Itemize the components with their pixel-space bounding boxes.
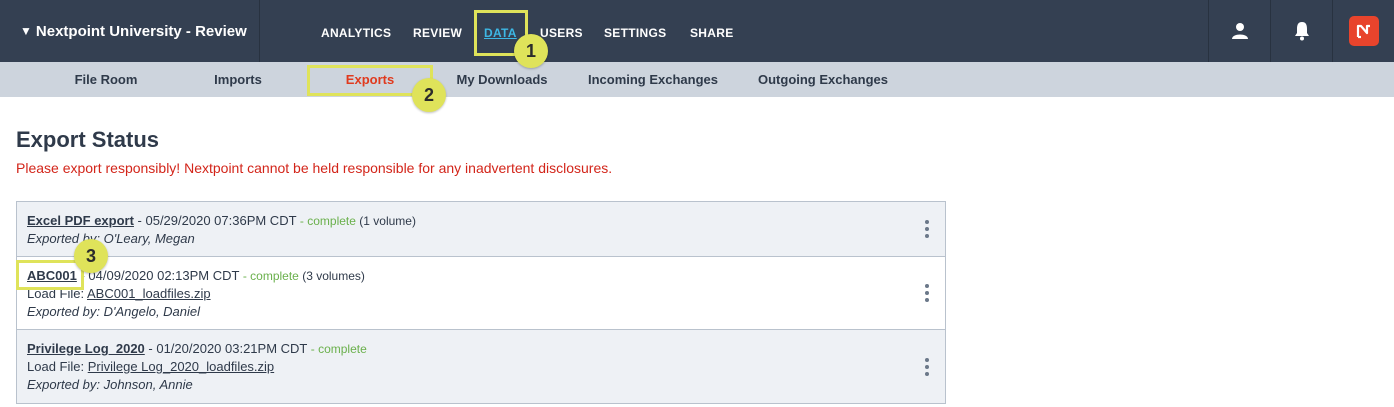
export-row: ABC001 - 04/09/2020 02:13PM CDT - comple… (17, 257, 945, 330)
nav-share[interactable]: SHARE (690, 0, 734, 62)
top-navigation-bar: ▼ Nextpoint University - Review ANALYTIC… (0, 0, 1394, 62)
export-name-link[interactable]: Excel PDF export (27, 213, 134, 228)
export-row: Excel PDF export - 05/29/2020 07:36PM CD… (17, 202, 945, 257)
subnav-file-room[interactable]: File Room (75, 62, 138, 97)
export-name-link[interactable]: Privilege Log_2020 (27, 341, 145, 356)
export-date: - 01/20/2020 03:21PM CDT (144, 341, 311, 356)
nav-data[interactable]: DATA (484, 0, 517, 62)
load-file-label: Load File: (27, 359, 88, 374)
page-title: Export Status (16, 127, 160, 152)
export-row: Privilege Log_2020 - 01/20/2020 03:21PM … (17, 330, 945, 403)
project-switcher[interactable]: ▼ Nextpoint University - Review (0, 0, 260, 62)
step-marker-1: 1 (514, 34, 548, 68)
load-file-link[interactable]: ABC001_loadfiles.zip (87, 286, 211, 301)
bell-icon (1294, 22, 1309, 41)
notifications-button[interactable] (1270, 0, 1332, 62)
more-options-icon[interactable] (923, 357, 931, 376)
load-file-label: Load File: (27, 286, 87, 301)
subnav-exports[interactable]: Exports (346, 62, 394, 97)
nextpoint-logo (1348, 16, 1379, 46)
subnav-imports[interactable]: Imports (214, 62, 262, 97)
project-title: Nextpoint University - Review (35, 22, 247, 40)
more-options-icon[interactable] (923, 284, 931, 302)
export-name-link[interactable]: ABC001 (27, 268, 77, 283)
exported-by: Exported by: O'Leary, Megan (27, 231, 195, 246)
nav-settings[interactable]: SETTINGS (604, 0, 666, 62)
exported-by: Exported by: D'Angelo, Daniel (27, 304, 201, 319)
nav-review[interactable]: REVIEW (413, 0, 462, 62)
export-volumes: (3 volumes) (298, 269, 365, 283)
export-status: - complete (299, 214, 356, 228)
export-status: - complete (242, 269, 299, 283)
export-date: - 05/29/2020 07:36PM CDT (133, 213, 300, 228)
user-icon (1231, 23, 1248, 39)
step-marker-2: 2 (412, 78, 446, 112)
subnav-outgoing-exchanges[interactable]: Outgoing Exchanges (758, 62, 888, 97)
load-file-link[interactable]: Privilege Log_2020_loadfiles.zip (88, 359, 274, 374)
export-volumes: (1 volume) (355, 214, 416, 228)
triangle-down-icon: ▼ (20, 24, 32, 38)
export-list: Excel PDF export - 05/29/2020 07:36PM CD… (16, 201, 946, 404)
export-warning: Please export responsibly! Nextpoint can… (16, 160, 613, 176)
data-subnav: File Room Imports Exports My Downloads I… (0, 62, 1394, 97)
step-marker-3: 3 (74, 239, 108, 273)
more-options-icon[interactable] (923, 220, 931, 238)
nextpoint-logo-cell[interactable] (1332, 0, 1394, 62)
export-status: - complete (310, 342, 367, 356)
exported-by: Exported by: Johnson, Annie (27, 377, 193, 392)
user-menu-button[interactable] (1208, 0, 1270, 62)
export-date: - 04/09/2020 02:13PM CDT (76, 268, 243, 283)
nav-analytics[interactable]: ANALYTICS (321, 0, 391, 62)
nextpoint-logo-mark (1356, 24, 1370, 39)
subnav-incoming-exchanges[interactable]: Incoming Exchanges (588, 62, 718, 97)
